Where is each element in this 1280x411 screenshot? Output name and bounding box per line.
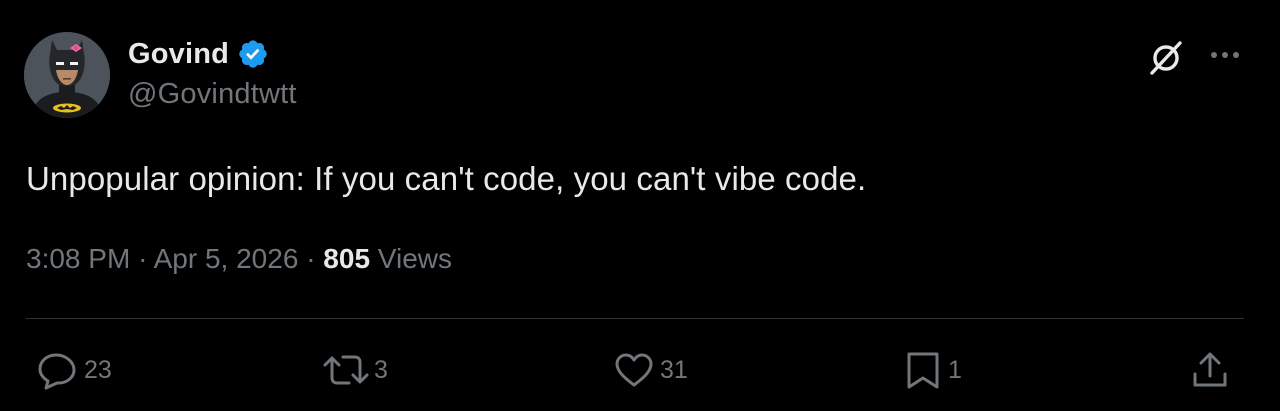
divider <box>26 318 1244 319</box>
meta-separator: · <box>306 243 324 274</box>
repost-icon <box>322 350 370 390</box>
views-count: 805 <box>323 243 378 274</box>
bookmark-icon <box>904 350 944 390</box>
avatar[interactable] <box>24 32 110 118</box>
bookmark-count: 1 <box>948 355 962 384</box>
tweet-text: Unpopular opinion: If you can't code, yo… <box>26 160 867 197</box>
author-block: Govind @Govindtwtt <box>128 34 297 111</box>
reply-count: 23 <box>84 355 112 384</box>
tweet-time[interactable]: 3:08 PM <box>26 243 130 274</box>
reply-button[interactable]: 23 <box>36 350 112 390</box>
repost-button[interactable]: 3 <box>322 350 388 390</box>
grok-icon[interactable] <box>1146 38 1186 78</box>
meta-separator: · <box>138 243 154 274</box>
views-label: Views <box>377 243 452 274</box>
name-row: Govind <box>128 34 297 74</box>
repost-count: 3 <box>374 355 388 384</box>
display-name[interactable]: Govind <box>128 38 229 71</box>
reply-icon <box>36 350 80 390</box>
more-options-icon[interactable] <box>1207 40 1243 70</box>
heart-icon <box>612 350 656 390</box>
tweet-meta: 3:08 PM · Apr 5, 2026 · 805 Views <box>26 243 452 275</box>
like-button[interactable]: 31 <box>612 350 688 390</box>
bookmark-button[interactable]: 1 <box>904 350 962 390</box>
batman-avatar-icon <box>24 32 110 118</box>
verified-badge-icon[interactable] <box>237 38 269 70</box>
tweet-card: Govind @Govindtwtt Unpopular opinion: If… <box>0 0 1280 411</box>
like-count: 31 <box>660 355 688 384</box>
handle[interactable]: @Govindtwtt <box>128 78 297 111</box>
share-button[interactable] <box>1190 350 1230 390</box>
tweet-date[interactable]: Apr 5, 2026 <box>154 243 299 274</box>
share-icon <box>1190 350 1230 390</box>
